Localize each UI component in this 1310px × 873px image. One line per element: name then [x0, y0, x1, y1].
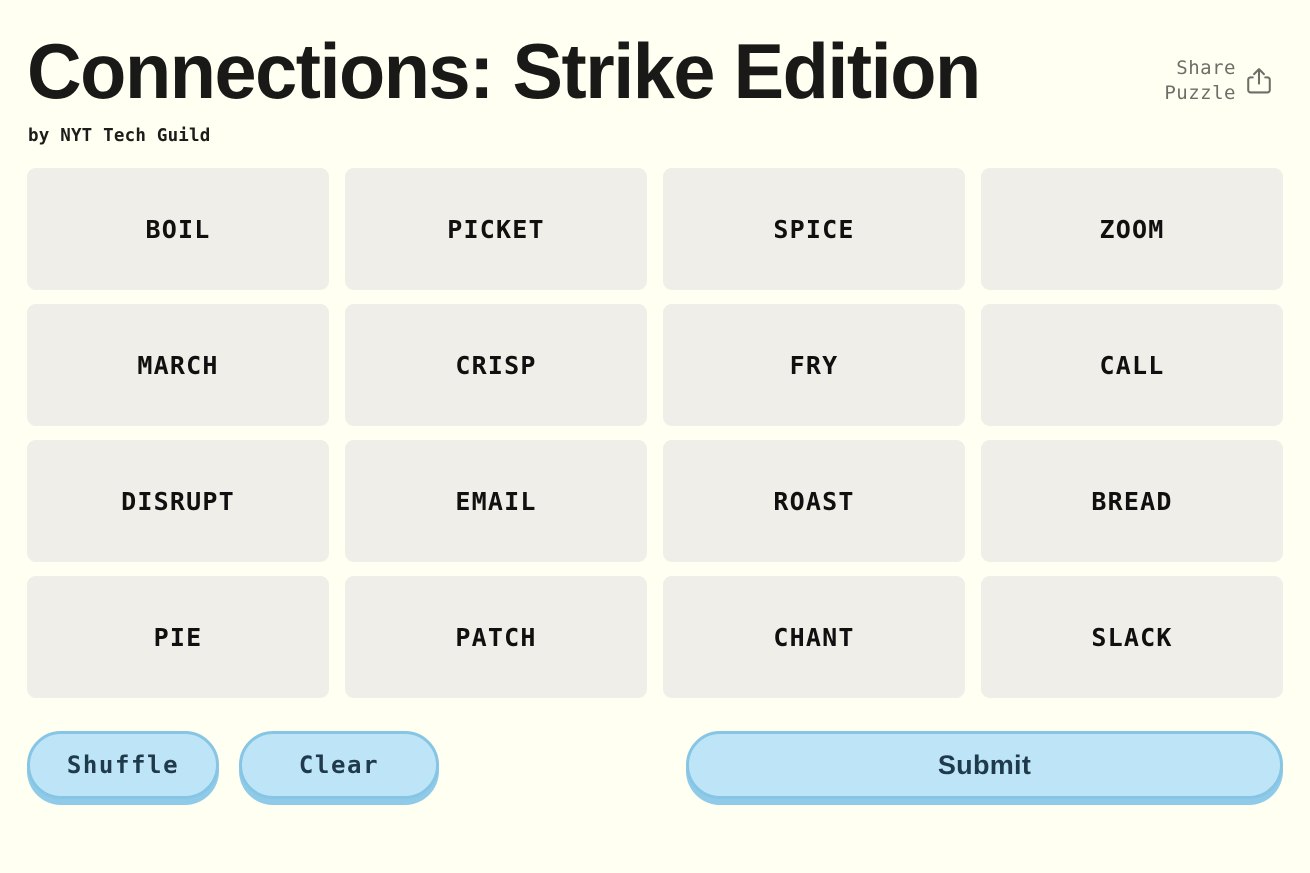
word-tile[interactable]: PIE [27, 576, 329, 699]
share-puzzle-label: Share Puzzle [1164, 57, 1236, 105]
word-tile[interactable]: BREAD [981, 440, 1283, 563]
page-title: Connections: Strike Edition [27, 27, 981, 115]
share-puzzle-button[interactable]: Share Puzzle [1164, 56, 1272, 106]
word-tile[interactable]: SPICE [663, 168, 965, 291]
shuffle-button[interactable]: Shuffle [27, 731, 219, 800]
share-icon [1247, 68, 1271, 94]
word-tile[interactable]: EMAIL [345, 440, 647, 563]
word-tile[interactable]: PICKET [345, 168, 647, 291]
word-tile[interactable]: BOIL [27, 168, 329, 291]
word-grid: BOIL PICKET SPICE ZOOM MARCH CRISP FRY C… [27, 168, 1283, 699]
word-tile[interactable]: FRY [663, 304, 965, 427]
clear-button[interactable]: Clear [239, 731, 439, 800]
title-block: Connections: Strike Edition by NYT Tech … [27, 27, 1009, 147]
word-tile[interactable]: DISRUPT [27, 440, 329, 563]
word-tile[interactable]: CRISP [345, 304, 647, 427]
word-tile[interactable]: CALL [981, 304, 1283, 427]
word-tile[interactable]: PATCH [345, 576, 647, 699]
word-tile[interactable]: SLACK [981, 576, 1283, 699]
page-subtitle: by NYT Tech Guild [28, 126, 211, 147]
controls-bar: Shuffle Clear Submit [27, 727, 1283, 803]
page-header: Connections: Strike Edition by NYT Tech … [27, 0, 1283, 146]
word-tile[interactable]: ROAST [663, 440, 965, 563]
word-tile[interactable]: ZOOM [981, 168, 1283, 291]
submit-button[interactable]: Submit [686, 731, 1283, 800]
connections-game-page: Connections: Strike Edition by NYT Tech … [0, 0, 1310, 873]
word-tile[interactable]: CHANT [663, 576, 965, 699]
word-tile[interactable]: MARCH [27, 304, 329, 427]
